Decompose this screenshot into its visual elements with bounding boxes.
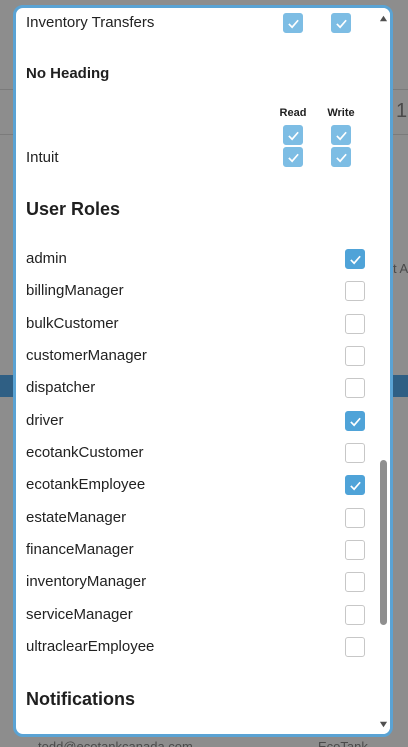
role-label: customerManager bbox=[26, 347, 147, 364]
role-checkbox[interactable] bbox=[345, 314, 365, 334]
role-checkbox[interactable] bbox=[345, 411, 365, 431]
check-icon bbox=[349, 417, 361, 426]
role-checkbox[interactable] bbox=[345, 475, 365, 495]
section-title: No Heading bbox=[26, 65, 110, 82]
role-checkbox[interactable] bbox=[345, 443, 365, 463]
read-header-checkbox[interactable] bbox=[283, 125, 303, 145]
check-icon bbox=[335, 153, 347, 162]
check-icon bbox=[335, 19, 347, 28]
role-label: ecotankCustomer bbox=[26, 444, 144, 461]
role-label: financeManager bbox=[26, 541, 134, 558]
read-checkbox[interactable] bbox=[283, 13, 303, 33]
role-label: admin bbox=[26, 250, 67, 267]
role-checkbox[interactable] bbox=[345, 572, 365, 592]
column-header-write: Write bbox=[327, 107, 355, 119]
check-icon bbox=[349, 481, 361, 490]
role-checkbox[interactable] bbox=[345, 346, 365, 366]
write-checkbox[interactable] bbox=[331, 13, 351, 33]
check-icon bbox=[287, 153, 299, 162]
role-label: bulkCustomer bbox=[26, 315, 119, 332]
permission-label: Intuit bbox=[26, 149, 59, 166]
role-label: estateManager bbox=[26, 509, 127, 526]
check-icon bbox=[349, 255, 361, 264]
role-label: billingManager bbox=[26, 282, 124, 299]
scroll-up-icon[interactable] bbox=[379, 14, 388, 23]
write-checkbox[interactable] bbox=[331, 147, 351, 167]
permission-label: Inventory Transfers bbox=[26, 14, 155, 31]
read-checkbox[interactable] bbox=[283, 147, 303, 167]
role-checkbox[interactable] bbox=[345, 249, 365, 269]
role-checkbox[interactable] bbox=[345, 540, 365, 560]
background-text: todd@ecotankcanada.com bbox=[38, 739, 193, 747]
scroll-thumb[interactable] bbox=[380, 460, 387, 625]
scroll-down-icon[interactable] bbox=[379, 720, 388, 729]
section-title: User Roles bbox=[26, 199, 121, 219]
permissions-modal: Inventory Transfers No Heading Read Writ… bbox=[13, 5, 393, 737]
background-text: EcoTank bbox=[318, 739, 368, 747]
modal-content: Inventory Transfers No Heading Read Writ… bbox=[16, 8, 380, 734]
role-label: ultraclearEmployee bbox=[26, 638, 155, 655]
role-label: dispatcher bbox=[26, 379, 96, 396]
role-checkbox[interactable] bbox=[345, 378, 365, 398]
background-text: 1 bbox=[396, 100, 408, 122]
column-header-read: Read bbox=[279, 107, 307, 119]
check-icon bbox=[335, 131, 347, 140]
section-title: Notifications bbox=[26, 689, 136, 709]
role-checkbox[interactable] bbox=[345, 637, 365, 657]
check-icon bbox=[287, 19, 299, 28]
check-icon bbox=[287, 131, 299, 140]
role-label: inventoryManager bbox=[26, 573, 147, 590]
role-checkbox[interactable] bbox=[345, 508, 365, 528]
role-label: driver bbox=[26, 412, 64, 429]
role-checkbox[interactable] bbox=[345, 605, 365, 625]
role-label: serviceManager bbox=[26, 606, 133, 623]
background-text: t A bbox=[393, 261, 408, 276]
role-checkbox[interactable] bbox=[345, 281, 365, 301]
scrollbar[interactable] bbox=[377, 8, 390, 734]
role-label: ecotankEmployee bbox=[26, 476, 146, 493]
write-header-checkbox[interactable] bbox=[331, 125, 351, 145]
